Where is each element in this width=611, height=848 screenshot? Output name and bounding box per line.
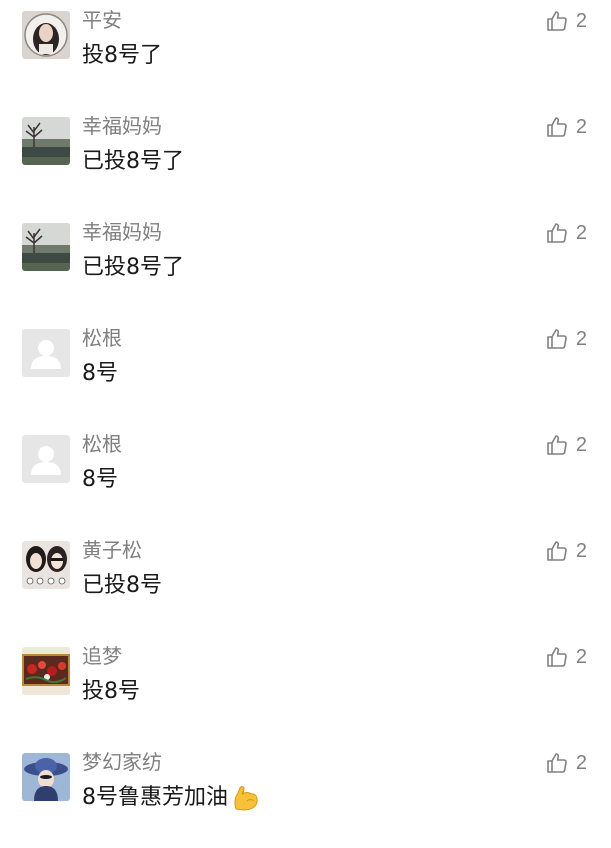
thumbs-up-icon [545,115,569,139]
like-count: 2 [575,433,587,456]
comment-nickname[interactable]: 幸福妈妈 [82,112,162,140]
like-button[interactable]: 2 [545,536,587,566]
comment-text: 8号 [82,464,118,496]
like-button[interactable]: 2 [545,430,587,460]
flower-painting-avatar[interactable] [22,647,70,695]
default-user-avatar[interactable] [22,435,70,483]
comment-text: 投8号 [82,676,140,708]
comment-text: 8号 [82,358,118,390]
like-count: 2 [575,645,587,668]
thumbs-up-icon [545,9,569,33]
like-count: 2 [575,751,587,774]
comment-text-value: 投8号了 [82,43,162,68]
thumbs-up-icon [545,539,569,563]
comment-text: 8号鲁惠芳加油 [82,782,260,814]
flexed-biceps-emoji [230,783,260,813]
like-button[interactable]: 2 [545,748,587,778]
lakeside-tree-avatar[interactable] [22,223,70,271]
comment-nickname[interactable]: 梦幻家纺 [82,748,162,776]
like-button[interactable]: 2 [545,324,587,354]
comment-item: 追梦 投8号 2 [0,636,611,742]
portrait-circle-avatar[interactable] [22,11,70,59]
thumbs-up-icon [545,221,569,245]
comment-text-value: 已投8号了 [82,149,184,174]
comment-item: 幸福妈妈 已投8号了 2 [0,212,611,318]
comment-text-value: 8号 [82,361,118,386]
comment-text: 已投8号 [82,570,162,602]
comment-item: 松根 8号 2 [0,424,611,530]
like-button[interactable]: 2 [545,642,587,672]
woman-in-hat-avatar[interactable] [22,753,70,801]
comment-text: 已投8号了 [82,146,184,178]
comment-item: 黄子松 已投8号 2 [0,530,611,636]
like-count: 2 [575,539,587,562]
lakeside-tree-avatar[interactable] [22,117,70,165]
comment-text-value: 8号鲁惠芳加油 [82,785,228,810]
comment-item: 幸福妈妈 已投8号了 2 [0,106,611,212]
comment-text-value: 8号 [82,467,118,492]
like-button[interactable]: 2 [545,6,587,36]
comment-text: 投8号了 [82,40,162,72]
two-girls-avatar[interactable] [22,541,70,589]
default-user-avatar[interactable] [22,329,70,377]
comment-item: 松根 8号 2 [0,318,611,424]
like-count: 2 [575,115,587,138]
thumbs-up-icon [545,433,569,457]
thumbs-up-icon [545,751,569,775]
like-count: 2 [575,327,587,350]
comment-text-value: 已投8号了 [82,255,184,280]
like-button[interactable]: 2 [545,112,587,142]
comment-item: 平安 投8号了 2 [0,0,611,106]
comment-text: 已投8号了 [82,252,184,284]
comment-nickname[interactable]: 幸福妈妈 [82,218,162,246]
comment-text-value: 投8号 [82,679,140,704]
comment-text-value: 已投8号 [82,573,162,598]
comment-nickname[interactable]: 平安 [82,6,122,34]
thumbs-up-icon [545,327,569,351]
comment-nickname[interactable]: 松根 [82,430,122,458]
like-count: 2 [575,221,587,244]
comment-nickname[interactable]: 松根 [82,324,122,352]
thumbs-up-icon [545,645,569,669]
like-button[interactable]: 2 [545,218,587,248]
comment-nickname[interactable]: 追梦 [82,642,122,670]
comment-item: 梦幻家纺 8号鲁惠芳加油 2 [0,742,611,848]
like-count: 2 [575,9,587,32]
comment-nickname[interactable]: 黄子松 [82,536,142,564]
